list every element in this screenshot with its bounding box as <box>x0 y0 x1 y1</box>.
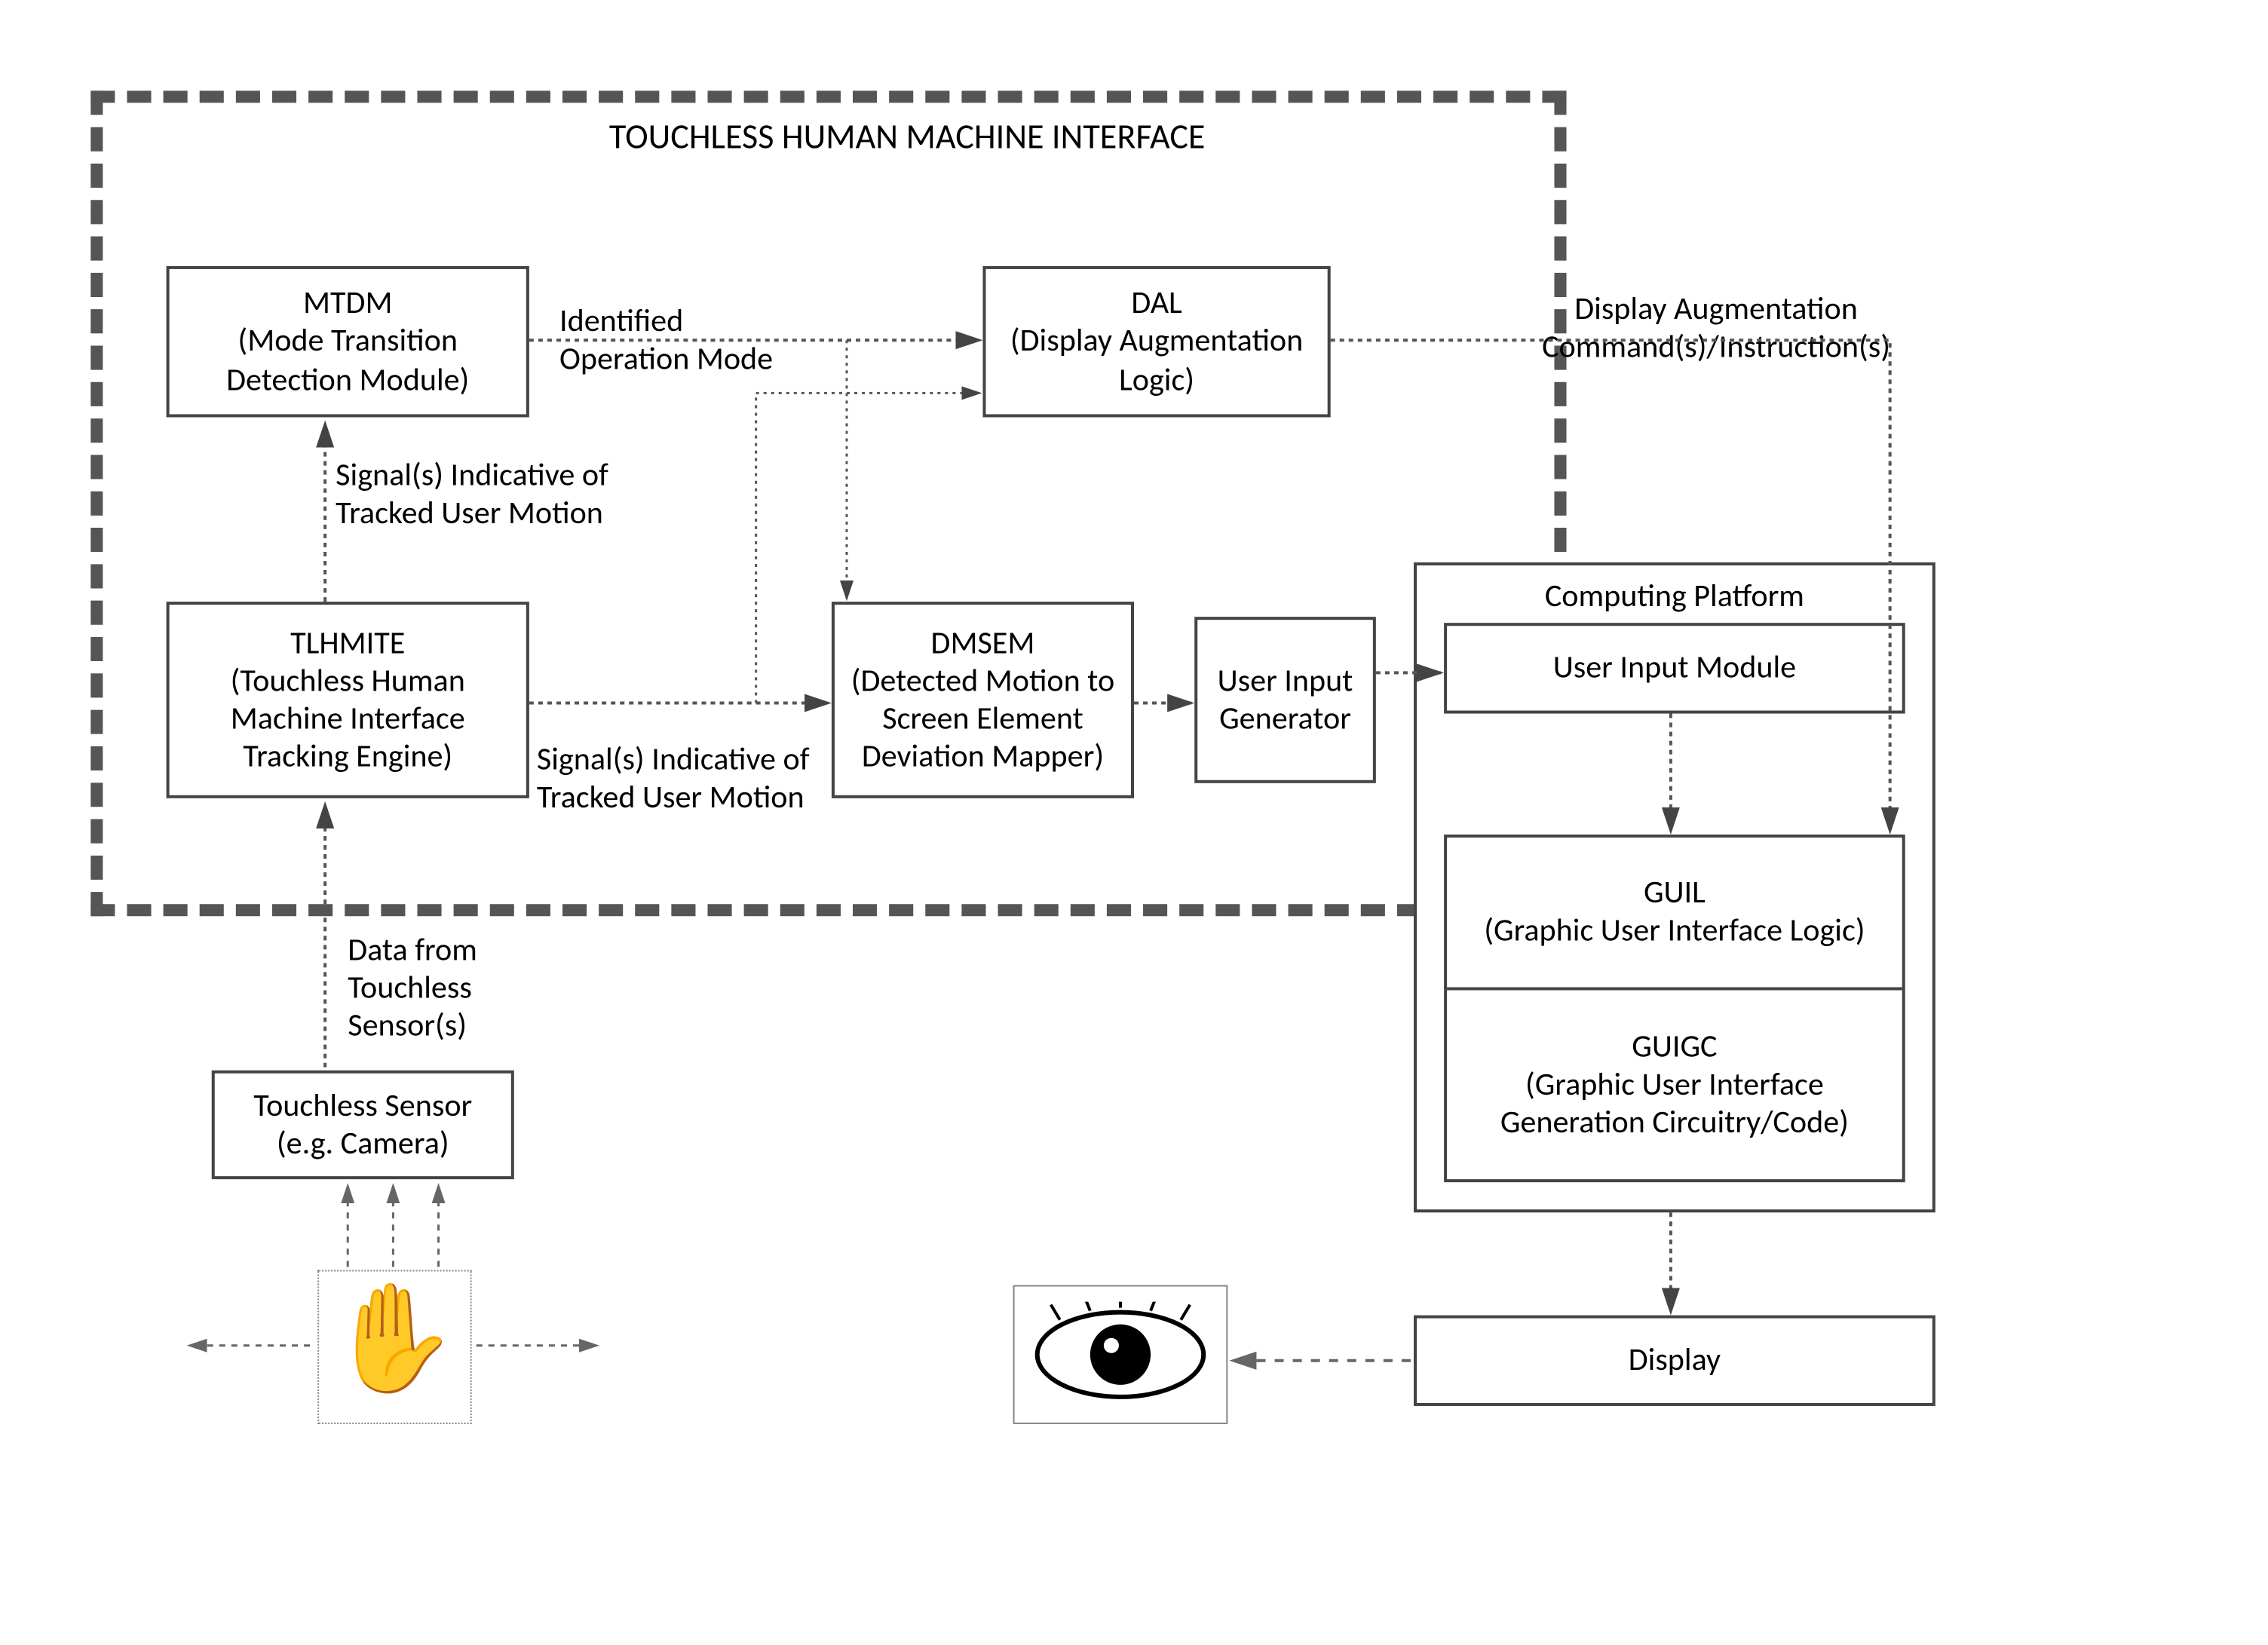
uig-box: User Input Generator <box>1194 617 1376 783</box>
guil-full: (Graphic User Interface Logic) <box>1484 912 1865 951</box>
uim-box: User Input Module <box>1444 623 1905 713</box>
label-data-from-sensor: Data from Touchless Sensor(s) <box>348 931 544 1046</box>
gui-box: GUIL (Graphic User Interface Logic) GUIG… <box>1444 835 1905 1182</box>
mtdm-acronym: MTDM <box>303 284 392 323</box>
display-box: Display <box>1414 1316 1935 1406</box>
computing-platform-label: Computing Platform <box>1545 577 1804 616</box>
dmsem-acronym: DMSEM <box>931 623 1035 662</box>
dal-full: (Display Augmentation Logic) <box>998 323 1316 399</box>
label-display-aug-cmds: Display Augmentation Command(s)/Instruct… <box>1504 290 1927 366</box>
hand-icon: ✋ <box>325 1285 461 1391</box>
eye-box <box>1013 1285 1228 1424</box>
mtdm-box: MTDM (Mode Transition Detection Module) <box>167 266 529 418</box>
uim-label: User Input Module <box>1553 649 1796 688</box>
display-label: Display <box>1629 1342 1721 1380</box>
dmsem-box: DMSEM (Detected Motion to Screen Element… <box>832 602 1134 798</box>
tlhmite-full: (Touchless Human Machine Interface Track… <box>182 662 514 777</box>
sensor-line2: (e.g. Camera) <box>277 1125 449 1163</box>
dal-box: DAL (Display Augmentation Logic) <box>982 266 1330 418</box>
sensor-line1: Touchless Sensor <box>253 1086 472 1125</box>
guigc-full: (Graphic User Interface Generation Circu… <box>1456 1066 1893 1142</box>
tlhmite-acronym: TLHMITE <box>290 623 405 662</box>
dmsem-full: (Detected Motion to Screen Element Devia… <box>847 662 1119 777</box>
diagram-title: TOUCHLESS HUMAN MACHINE INTERFACE <box>514 118 1301 159</box>
eye-icon <box>1030 1302 1212 1408</box>
label-signals1: Signal(s) Indicative of Tracked User Mot… <box>336 457 638 533</box>
label-identified-mode: Identified Operation Mode <box>559 302 801 378</box>
guil-acronym: GUIL <box>1644 875 1706 913</box>
dal-acronym: DAL <box>1131 284 1182 323</box>
label-signals2: Signal(s) Indicative of Tracked User Mot… <box>537 741 854 817</box>
mtdm-full: (Mode Transition Detection Module) <box>182 323 514 399</box>
guigc-acronym: GUIGC <box>1632 1028 1717 1066</box>
sensor-box: Touchless Sensor (e.g. Camera) <box>212 1071 514 1179</box>
uig-label: User Input Generator <box>1209 662 1361 738</box>
tlhmite-box: TLHMITE (Touchless Human Machine Interfa… <box>167 602 529 798</box>
